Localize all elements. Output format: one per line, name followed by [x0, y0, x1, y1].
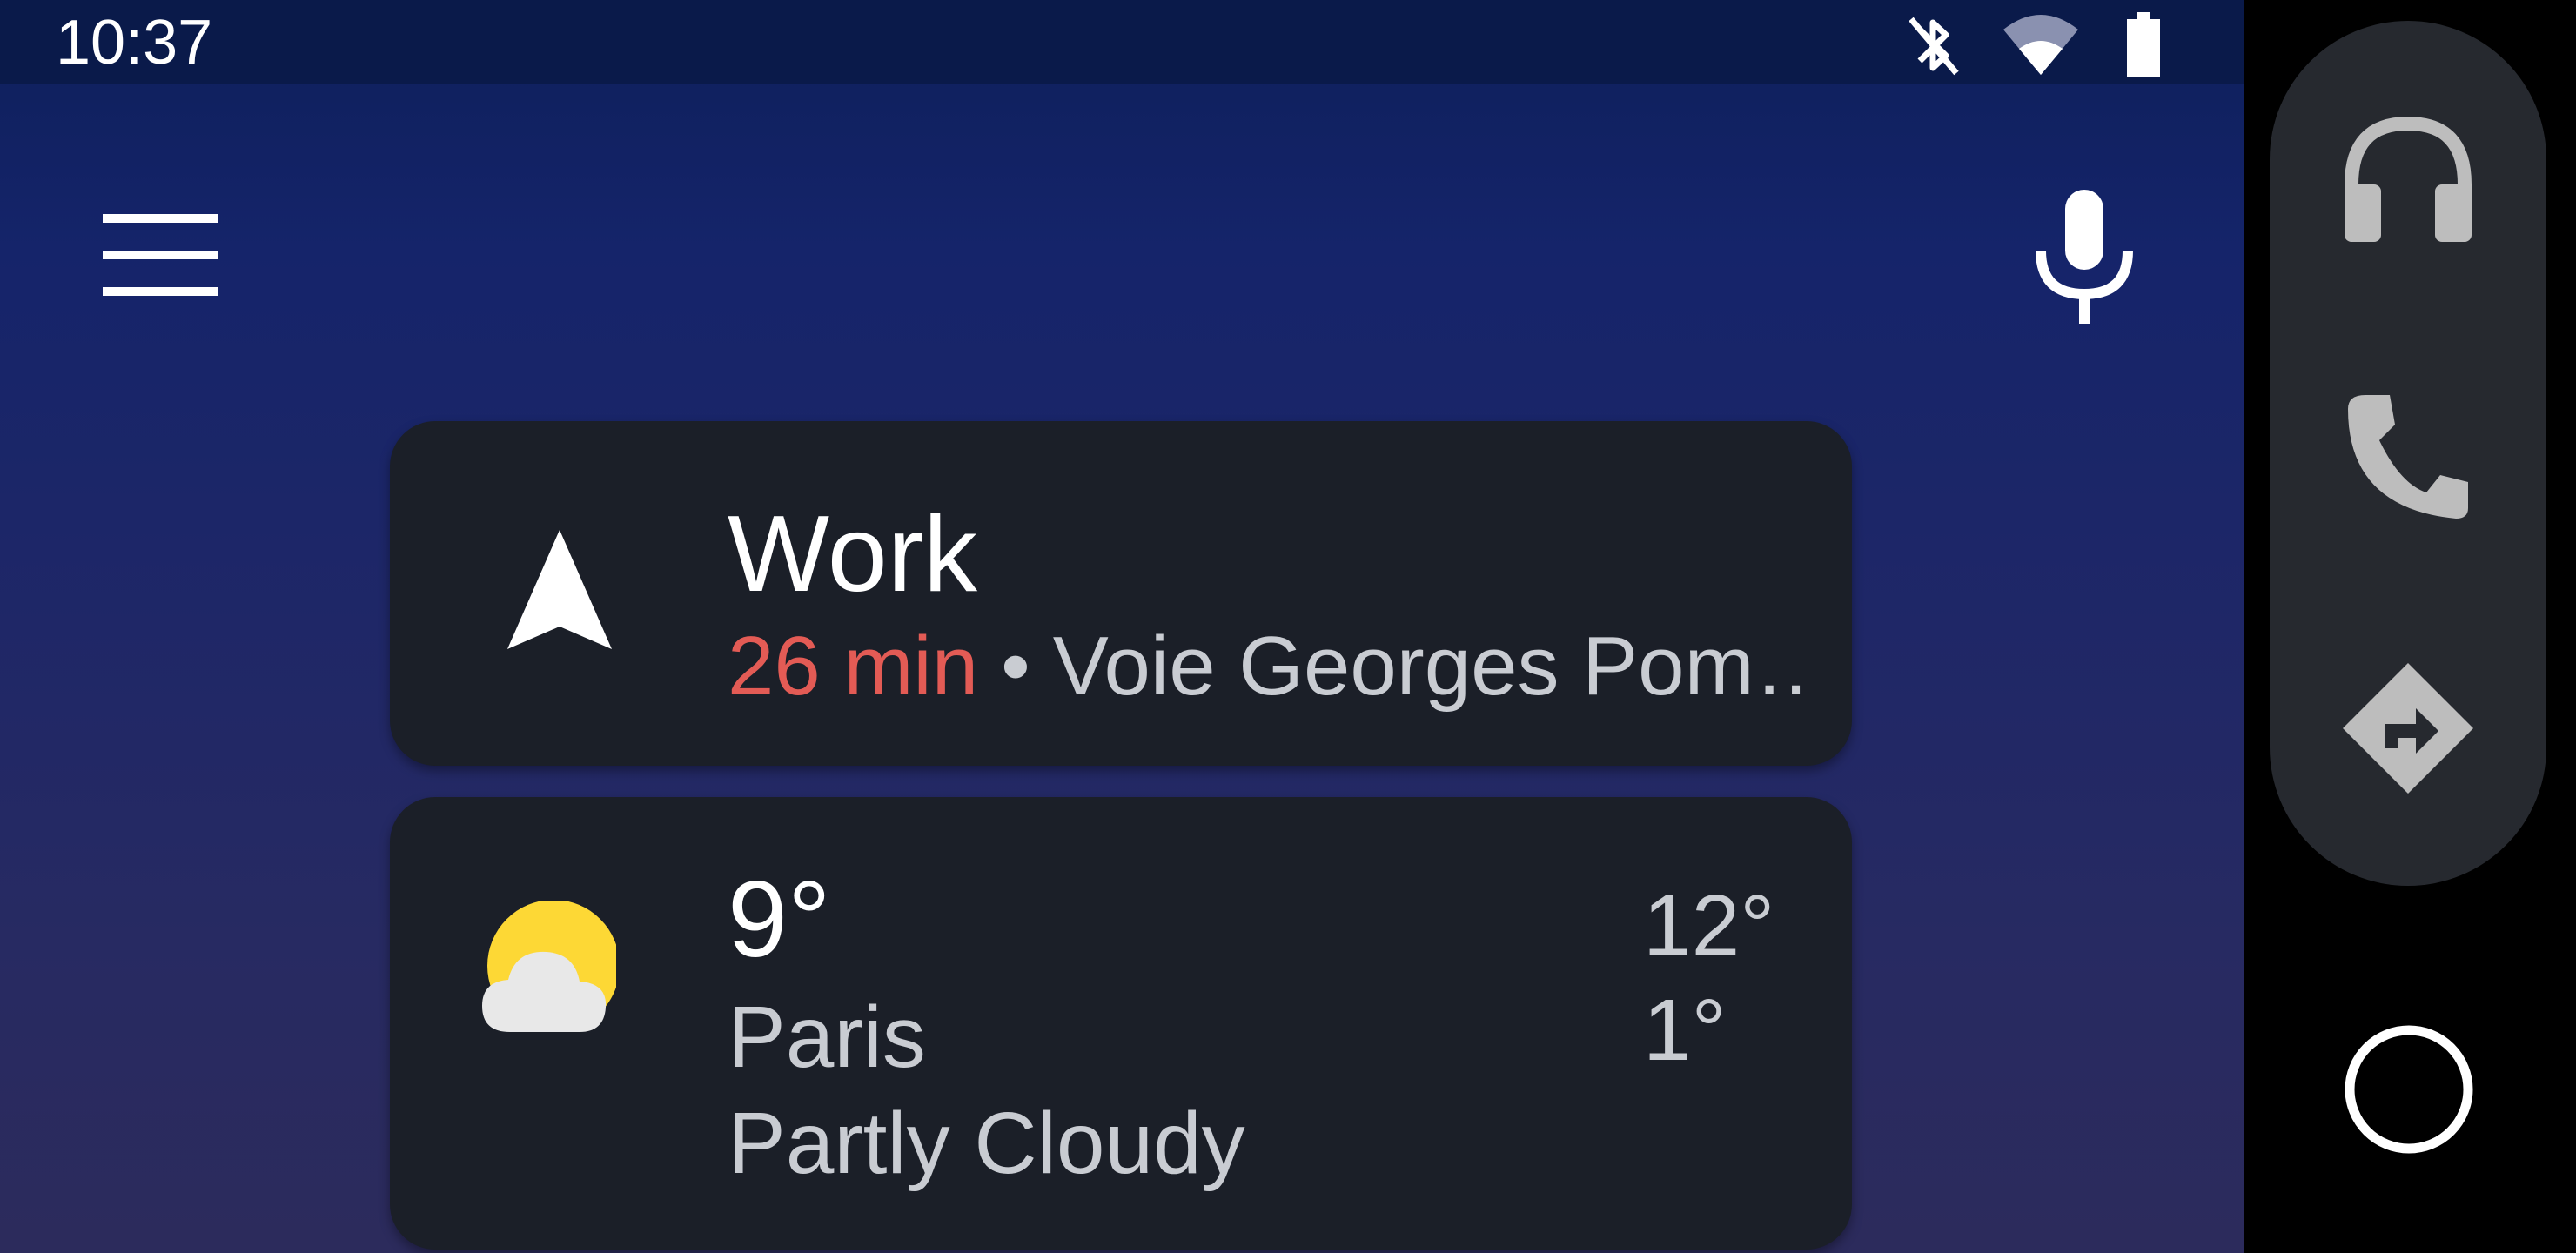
status-bar: 10:37 [0, 0, 2244, 84]
navigation-arrow-icon [507, 530, 612, 649]
weather-card[interactable]: 9° Paris Partly Cloudy 12° 1° [390, 797, 1852, 1250]
destination-title: Work [728, 494, 978, 614]
hamburger-menu-icon [103, 214, 218, 296]
navigation-card[interactable]: Work 26 min • Voie Georges Pom… [390, 421, 1852, 766]
media-button[interactable] [2339, 113, 2477, 251]
voice-search-button[interactable] [2019, 174, 2150, 331]
home-button[interactable] [2343, 1023, 2475, 1156]
menu-button[interactable] [87, 198, 233, 312]
current-temperature: 9° [728, 860, 831, 980]
weather-city: Paris [728, 988, 926, 1086]
bluetooth-off-icon [1909, 17, 1959, 76]
route-name: Voie Georges Pom… [1052, 620, 1815, 713]
headphones-icon [2345, 116, 2472, 242]
weather-condition: Partly Cloudy [728, 1095, 1245, 1192]
directions-icon [2343, 663, 2473, 794]
separator: • [1001, 620, 1030, 713]
partly-cloudy-icon [482, 901, 616, 1032]
eta-text: 26 min [728, 620, 979, 713]
home-circle-icon [2345, 1025, 2473, 1154]
microphone-icon [2036, 190, 2133, 324]
battery-icon [2127, 12, 2160, 77]
app-rail [2244, 0, 2576, 1253]
android-auto-screen: 10:37 Work 26 min • Voie Georges Pom… 9°… [0, 0, 2244, 1253]
navigation-button[interactable] [2339, 660, 2477, 797]
route-summary: 26 min • Voie Georges Pom… [728, 614, 1815, 719]
high-temperature: 12° [1643, 877, 1775, 975]
low-temperature: 1° [1643, 982, 1727, 1079]
phone-icon [2348, 395, 2468, 519]
phone-button[interactable] [2339, 386, 2477, 524]
wifi-icon [2003, 15, 2078, 75]
status-time: 10:37 [56, 8, 213, 77]
